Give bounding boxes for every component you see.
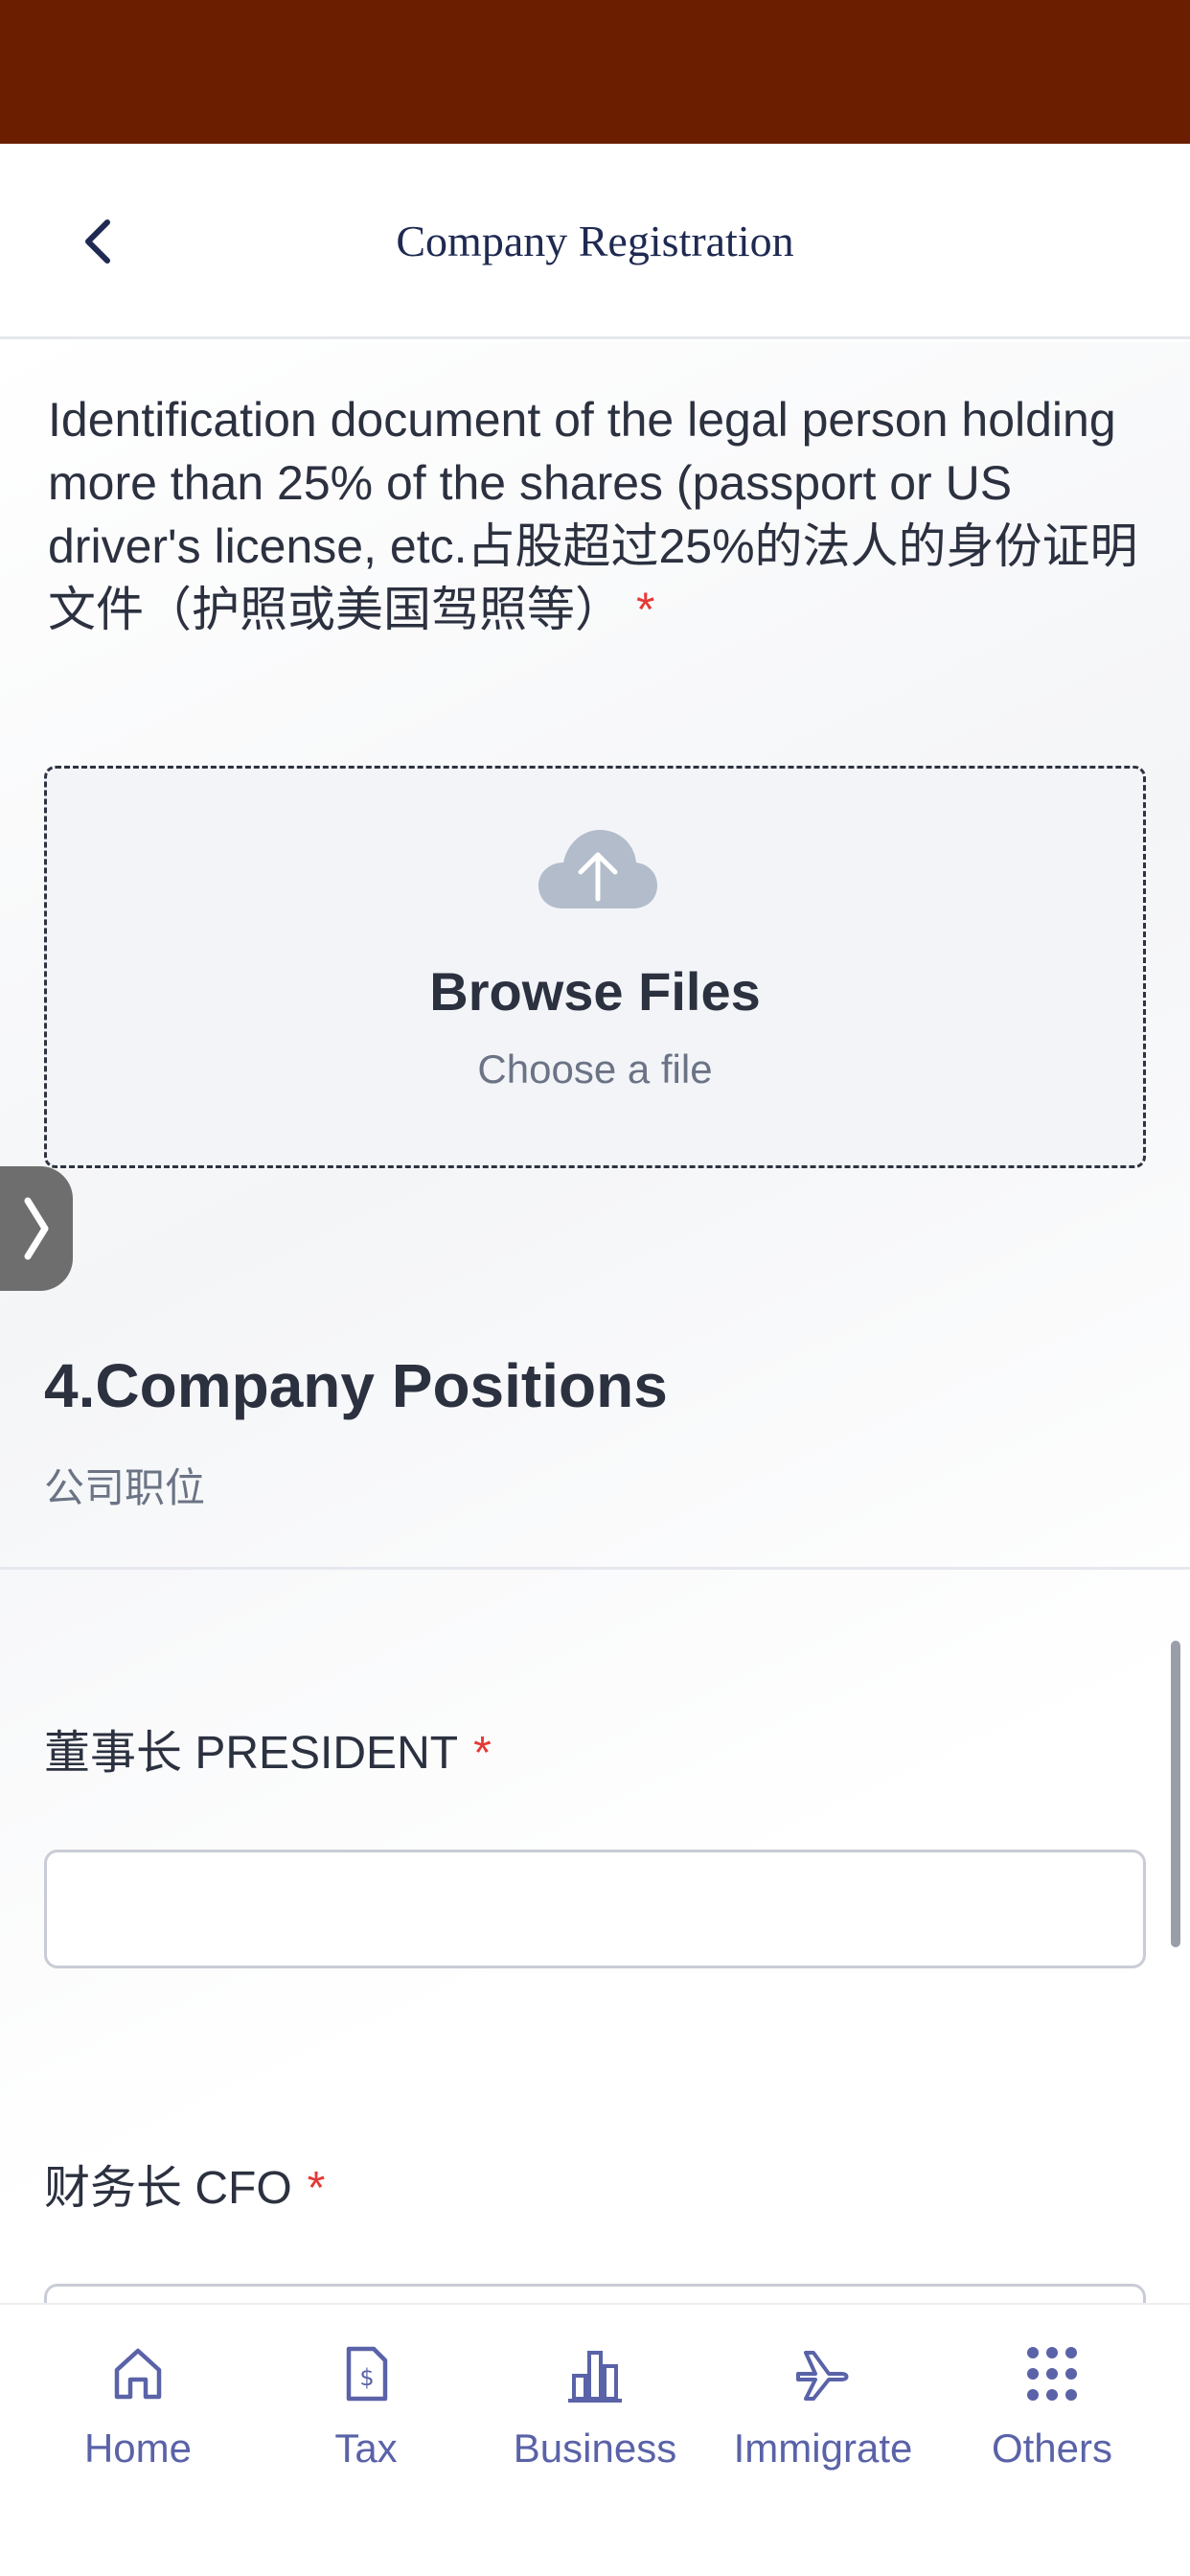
required-asterisk: * [473, 1728, 492, 1779]
cloud-upload-icon [538, 830, 657, 908]
section-divider [0, 1567, 1190, 1570]
tab-immigrate-label: Immigrate [733, 2426, 913, 2471]
tab-tax-label: Tax [334, 2426, 398, 2471]
tab-home[interactable]: Home [23, 2343, 253, 2487]
section-subtitle: 公司职位 [44, 1465, 206, 1510]
required-asterisk: * [636, 583, 655, 636]
cfo-field-label: 财务长 CFO * [44, 2150, 325, 2217]
page: Company Registration Identification docu… [0, 0, 1190, 2576]
tab-tax[interactable]: $ Tax [251, 2343, 481, 2487]
president-field-label: 董事长 PRESIDENT * [44, 1714, 492, 1782]
chevron-right-icon [24, 1197, 49, 1260]
home-icon [114, 2348, 162, 2400]
status-bar [0, 0, 1190, 144]
president-input[interactable] [44, 1850, 1146, 1968]
tab-business-label: Business [513, 2426, 677, 2471]
file-dropzone[interactable]: Browse Files Choose a file [44, 766, 1146, 1168]
tab-home-label: Home [83, 2426, 193, 2471]
tab-others[interactable]: Others [937, 2343, 1167, 2487]
form-content[interactable]: Identification document of the legal per… [0, 342, 1190, 2303]
browse-files-title: Browse Files [429, 961, 761, 1022]
app-header: Company Registration [0, 144, 1190, 339]
section-title: 4.Company Positions [44, 1351, 668, 1420]
side-drawer-handle[interactable] [0, 1166, 73, 1291]
choose-file-subtitle: Choose a file [477, 1046, 713, 1092]
cfo-input[interactable] [44, 2284, 1146, 2303]
upload-label-text: Identification document of the legal per… [48, 393, 1138, 636]
tab-immigrate[interactable]: Immigrate [708, 2343, 938, 2487]
cfo-label-text: 财务长 CFO [44, 2163, 292, 2214]
bottom-tab-bar: Home $ Tax Business Immigrate Others [0, 2303, 1190, 2576]
bar-chart-icon [568, 2351, 622, 2403]
tab-others-label: Others [991, 2426, 1113, 2471]
grid-dots-icon [1027, 2347, 1077, 2401]
upload-field-label: Identification document of the legal per… [48, 388, 1140, 641]
required-asterisk: * [307, 2163, 326, 2214]
page-title: Company Registration [396, 217, 794, 265]
airplane-icon [796, 2351, 849, 2401]
tax-document-icon: $ [346, 2346, 388, 2402]
scrollbar[interactable] [1171, 1641, 1180, 1947]
tab-business[interactable]: Business [480, 2343, 710, 2487]
president-label-text: 董事长 PRESIDENT [44, 1728, 459, 1779]
svg-text:$: $ [359, 2364, 374, 2391]
